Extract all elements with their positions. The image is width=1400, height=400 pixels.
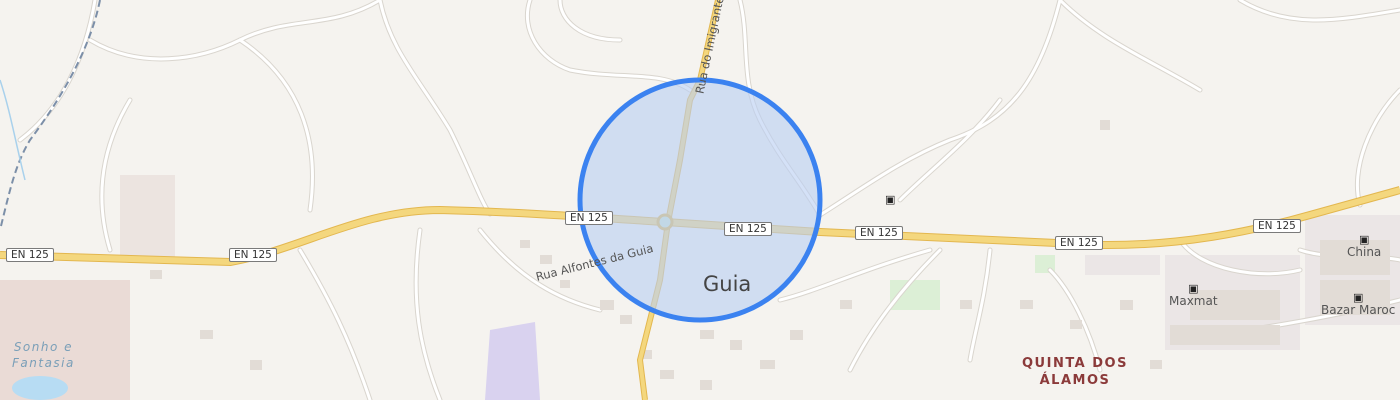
poi-maxmat[interactable]: ▣ Maxmat	[1169, 283, 1218, 308]
route-shield: EN 125	[229, 248, 277, 262]
commercial-area	[1085, 255, 1160, 275]
stream	[0, 79, 26, 181]
park-line: Fantasia	[12, 356, 75, 370]
district-label: QUINTA DOS ÁLAMOS	[1022, 355, 1128, 389]
city-label: Guia	[703, 272, 752, 296]
residential-area	[120, 175, 175, 260]
poi-label: Maxmat	[1169, 294, 1218, 308]
route-shield: EN 125	[855, 226, 903, 240]
park-line: Sonho e	[13, 340, 74, 354]
poi-shop[interactable]: ▣	[885, 194, 895, 205]
school-area	[485, 322, 540, 400]
poi-bazar-maroc[interactable]: ▣ Bazar Maroc	[1321, 292, 1395, 317]
shopping-basket-icon: ▣	[1358, 233, 1370, 246]
route-shield: EN 125	[724, 222, 772, 236]
route-shield: EN 125	[6, 248, 54, 262]
pool-water	[12, 376, 68, 400]
shopping-basket-icon: ▣	[1188, 282, 1199, 295]
poi-label: Bazar Maroc	[1321, 303, 1396, 317]
district-line: ÁLAMOS	[1039, 373, 1111, 388]
search-area-highlight[interactable]	[577, 77, 823, 323]
map-view[interactable]: EN 125 EN 125 EN 125 EN 125 EN 125 EN 12…	[0, 0, 1400, 400]
shopping-basket-icon: ▣	[1352, 291, 1364, 304]
park-label: Sonho e Fantasia	[12, 339, 75, 371]
route-shield: EN 125	[565, 211, 613, 225]
poi-label: China	[1347, 245, 1382, 259]
poi-china[interactable]: ▣ China	[1347, 234, 1381, 259]
shopping-basket-icon: ▣	[885, 193, 896, 206]
route-shield: EN 125	[1055, 236, 1103, 250]
route-shield: EN 125	[1253, 219, 1301, 233]
district-line: QUINTA DOS	[1022, 356, 1128, 371]
